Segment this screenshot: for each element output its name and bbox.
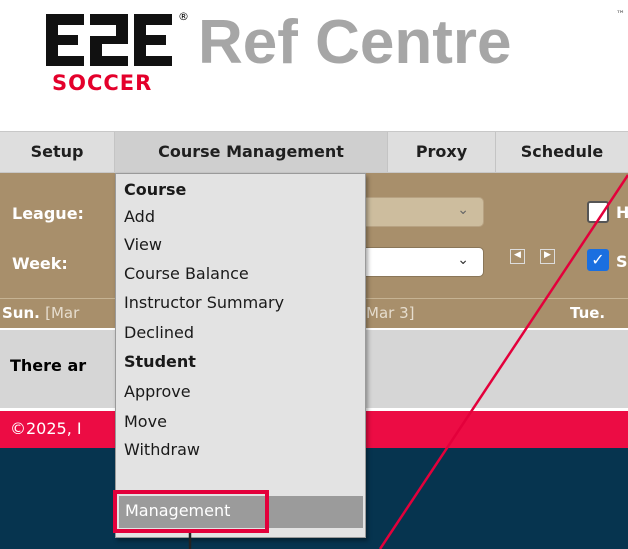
checkbox-s[interactable]: ✓ [587,249,609,271]
message-text: There ar [10,356,87,375]
checkbox-h-label: H [616,203,628,222]
menu-item-view[interactable]: View [124,235,162,254]
week-label: Week: [12,254,68,273]
menu-header-course: Course [124,180,187,199]
menu-header-student: Student [124,352,196,371]
nav-course-management[interactable]: Course Management [115,132,388,172]
registered-mark: ® [178,10,189,23]
checkbox-s-label: S [616,252,628,271]
nav-schedule[interactable]: Schedule [496,132,628,172]
annotation-highlight-box [113,490,269,533]
day-sun-label: Sun. [2,304,40,322]
nav-setup[interactable]: Setup [0,132,115,172]
menu-item-add[interactable]: Add [124,207,155,226]
day-mon-date: Mar 3] [366,304,415,322]
logo-soccer-text: SOCCER [52,71,153,95]
menu-item-declined[interactable]: Declined [124,323,194,342]
menu-item-course-balance[interactable]: Course Balance [124,264,249,283]
course-management-dropdown: Course Add View Course Balance Instructo… [115,173,366,538]
next-week-button[interactable]: ▶ [540,249,555,264]
chevron-down-icon: ⌄ [457,252,469,268]
app-title: Ref Centre [198,8,512,77]
checkbox-h[interactable] [587,201,609,223]
prev-week-button[interactable]: ◀ [510,249,525,264]
menu-item-withdraw[interactable]: Withdraw [124,440,200,459]
menu-item-move[interactable]: Move [124,412,167,431]
league-label: League: [12,204,84,223]
day-sun-date: [Mar [45,304,80,322]
menu-item-instructor-summary[interactable]: Instructor Summary [124,293,284,312]
day-sun: Sun. [Mar [2,304,79,322]
prev-icon: ◀ [514,250,521,260]
logo: SOCCER ® Ref Centre ™ [0,0,628,110]
chevron-down-icon: ⌄ [457,202,469,218]
next-icon: ▶ [544,250,551,260]
nav-proxy[interactable]: Proxy [388,132,496,172]
trademark-mark: ™ [616,10,625,20]
main-nav: Setup Course Management Proxy Schedule [0,131,628,173]
menu-item-approve[interactable]: Approve [124,382,191,401]
copyright-text: ©2025, I [10,419,82,438]
day-tue: Tue. [570,304,606,322]
